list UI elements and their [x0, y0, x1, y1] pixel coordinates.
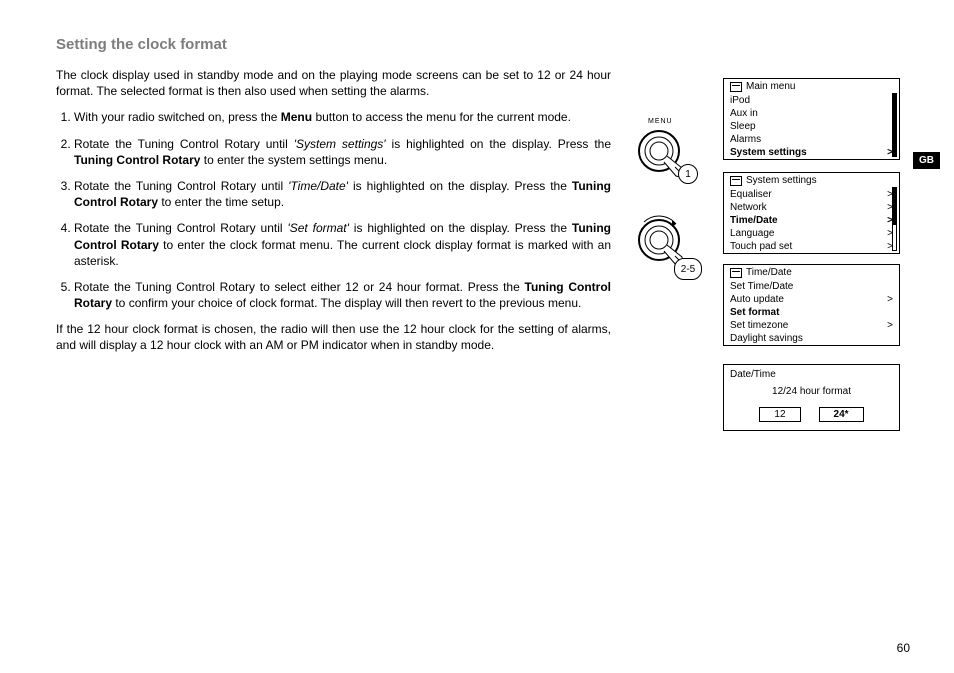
lcd-main-title: Main menu — [746, 81, 795, 92]
step-2-c: is highlighted on the display. Press the — [386, 137, 611, 151]
intro-text: The clock display used in standby mode a… — [56, 67, 611, 99]
lcd-td-set-time: Set Time/Date — [730, 281, 793, 292]
language-tab-gb: GB — [913, 152, 940, 169]
menu-button-label: MENU — [648, 118, 673, 125]
step-2-b: 'System settings' — [294, 137, 386, 151]
step-3-c: is highlighted on the display. Press the — [348, 179, 572, 193]
step-1-c: button to access the menu for the curren… — [312, 110, 571, 124]
lcd-system-settings: System settings Equaliser> Network> Time… — [723, 172, 900, 254]
step-4: Rotate the Tuning Control Rotary until '… — [74, 220, 611, 269]
lcd-fmt-opt-12: 12 — [759, 407, 800, 422]
body-column: The clock display used in standby mode a… — [56, 67, 611, 354]
lcd-time-date: Time/Date Set Time/Date Auto update > Set… — [723, 264, 900, 346]
chevron-right-icon: > — [887, 320, 893, 331]
lcd-td-set-timezone: Set timezone — [730, 320, 788, 331]
lcd-td-auto-update: Auto update — [730, 294, 784, 305]
lcd-main-item-system: System settings — [730, 147, 807, 158]
lcd-sys-equaliser: Equaliser — [730, 189, 772, 200]
chevron-right-icon: > — [887, 294, 893, 305]
step-2-a: Rotate the Tuning Control Rotary until — [74, 137, 294, 151]
list-icon — [730, 176, 742, 186]
step-3-a: Rotate the Tuning Control Rotary until — [74, 179, 288, 193]
step-4-a: Rotate the Tuning Control Rotary until — [74, 221, 287, 235]
step-3: Rotate the Tuning Control Rotary until '… — [74, 178, 611, 210]
step-badge-1: 1 — [678, 164, 698, 184]
lcd-scrollbar — [892, 93, 897, 157]
lcd-sys-network: Network — [730, 202, 767, 213]
step-2-e: to enter the system settings menu. — [200, 153, 387, 167]
lcd-fmt-title: Date/Time — [730, 369, 893, 380]
step-5: Rotate the Tuning Control Rotary to sele… — [74, 279, 611, 311]
outro-text: If the 12 hour clock format is chosen, t… — [56, 321, 611, 353]
lcd-main-menu: Main menu iPod Aux in Sleep Alarms Syste… — [723, 78, 900, 160]
lcd-td-daylight: Daylight savings — [730, 333, 803, 344]
lcd-td-set-format: Set format — [730, 307, 779, 318]
list-icon — [730, 268, 742, 278]
lcd-fmt-subtitle: 12/24 hour format — [730, 386, 893, 397]
step-badge-2-5: 2-5 — [674, 258, 702, 280]
lcd-td-title: Time/Date — [746, 267, 792, 278]
step-1: With your radio switched on, press the M… — [74, 109, 611, 125]
step-2: Rotate the Tuning Control Rotary until '… — [74, 136, 611, 168]
lcd-sys-timedate: Time/Date — [730, 215, 778, 226]
step-1-a: With your radio switched on, press the — [74, 110, 281, 124]
lcd-main-item-sleep: Sleep — [730, 121, 756, 132]
lcd-sys-touchpad: Touch pad set — [730, 241, 792, 252]
step-3-b: 'Time/Date' — [288, 179, 348, 193]
step-2-d: Tuning Control Rotary — [74, 153, 200, 167]
page-heading: Setting the clock format — [56, 36, 914, 53]
lcd-main-item-auxin: Aux in — [730, 108, 758, 119]
page-number: 60 — [897, 641, 910, 655]
lcd-sys-title: System settings — [746, 175, 817, 186]
step-4-b: 'Set format' — [287, 221, 349, 235]
lcd-main-item-alarms: Alarms — [730, 134, 761, 145]
lcd-format-select: Date/Time 12/24 hour format 12 24* — [723, 364, 900, 431]
step-4-c: is highlighted on the display. Press the — [349, 221, 572, 235]
list-icon — [730, 82, 742, 92]
lcd-scrollbar — [892, 187, 897, 251]
step-5-a: Rotate the Tuning Control Rotary to sele… — [74, 280, 525, 294]
menu-keyword: Menu — [281, 110, 312, 124]
lcd-sys-language: Language — [730, 228, 775, 239]
lcd-fmt-opt-24: 24* — [819, 407, 864, 422]
lcd-main-item-ipod: iPod — [730, 95, 750, 106]
step-3-e: to enter the time setup. — [158, 195, 284, 209]
step-5-c: to confirm your choice of clock format. … — [112, 296, 581, 310]
